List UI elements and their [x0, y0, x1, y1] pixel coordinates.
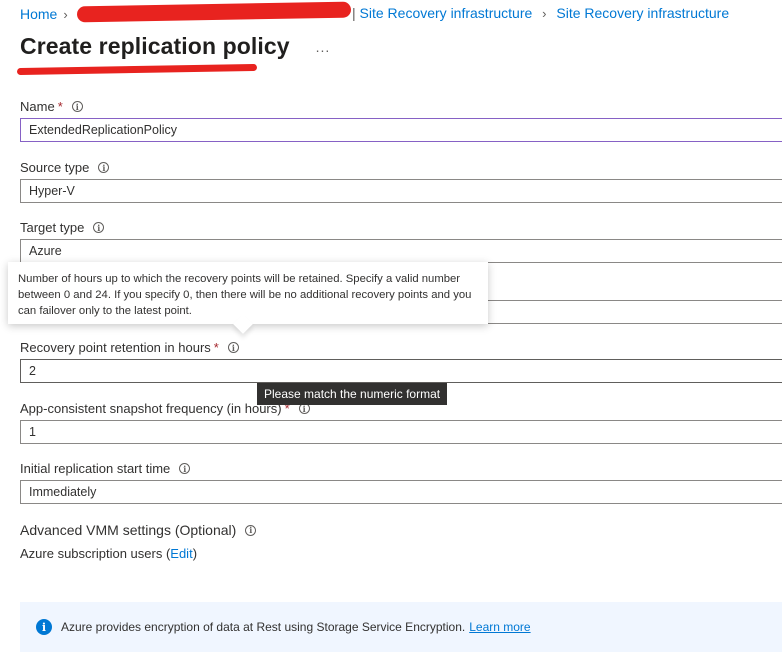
source-type-label: Source type i — [20, 160, 110, 175]
retention-label-text: Recovery point retention in hours — [20, 340, 211, 355]
required-marker: * — [57, 99, 63, 114]
start-time-label-text: Initial replication start time — [20, 461, 171, 476]
snapshot-label-text: App-consistent snapshot frequency (in ho… — [20, 401, 282, 416]
source-type-field[interactable]: Hyper-V — [20, 179, 782, 203]
retention-label: Recovery point retention in hours * i — [20, 340, 239, 355]
chevron-right-icon: › — [542, 6, 547, 21]
advanced-label: Advanced VMM settings (Optional) — [20, 522, 237, 538]
info-icon[interactable]: i — [227, 342, 239, 353]
snapshot-input[interactable]: 1 — [20, 420, 782, 444]
info-icon[interactable]: i — [98, 162, 110, 173]
breadcrumb-trail: | Site Recovery infrastructure › Site Re… — [352, 5, 729, 21]
breadcrumb-site-recovery-infrastructure-current[interactable]: Site Recovery infrastructure — [556, 5, 729, 21]
breadcrumb-home[interactable]: Home — [20, 6, 57, 22]
name-input[interactable]: ExtendedReplicationPolicy — [20, 118, 782, 142]
more-options-button[interactable]: ... — [316, 39, 331, 55]
title-annotation-mark — [16, 63, 258, 76]
info-filled-icon: i — [36, 619, 52, 635]
edit-link[interactable]: Edit — [170, 546, 192, 561]
validation-tooltip: Please match the numeric format — [257, 383, 448, 405]
tooltip-arrow — [233, 314, 253, 334]
name-label-text: Name — [20, 99, 55, 114]
target-type-field[interactable]: Azure — [20, 239, 782, 263]
learn-more-link[interactable]: Learn more — [469, 620, 530, 634]
start-time-label: Initial replication start time i — [20, 461, 191, 476]
breadcrumb-separator: | — [352, 5, 356, 21]
advanced-vmm-settings: Advanced VMM settings (Optional) i — [20, 522, 257, 538]
redaction-mark — [76, 1, 352, 23]
page-title: Create replication policy — [20, 33, 290, 59]
info-banner: i Azure provides encryption of data at R… — [20, 602, 782, 652]
info-icon[interactable]: i — [71, 101, 83, 112]
info-icon[interactable]: i — [245, 524, 257, 536]
subscription-users-close: ) — [192, 546, 198, 561]
target-type-label-text: Target type — [20, 220, 85, 235]
breadcrumb-site-recovery-infrastructure[interactable]: Site Recovery infrastructure — [360, 5, 533, 21]
banner-text: Azure provides encryption of data at Res… — [61, 620, 466, 634]
title-row: Create replication policy ... — [20, 33, 330, 60]
retention-info-tooltip: Number of hours up to which the recovery… — [8, 262, 488, 334]
tooltip-text: Number of hours up to which the recovery… — [18, 273, 472, 317]
name-label: Name * i — [20, 99, 83, 114]
target-type-label: Target type i — [20, 220, 105, 235]
retention-input[interactable]: 2 — [20, 359, 782, 383]
chevron-right-icon: › — [63, 6, 68, 22]
info-icon[interactable]: i — [93, 222, 105, 233]
subscription-users: Azure subscription users (Edit) — [20, 546, 197, 561]
breadcrumb: Home › — [20, 5, 74, 23]
source-type-label-text: Source type — [20, 160, 90, 175]
required-marker: * — [213, 340, 219, 355]
info-icon[interactable]: i — [179, 463, 191, 474]
start-time-dropdown[interactable]: Immediately — [20, 480, 782, 504]
subscription-users-text: Azure subscription users ( — [20, 546, 171, 561]
